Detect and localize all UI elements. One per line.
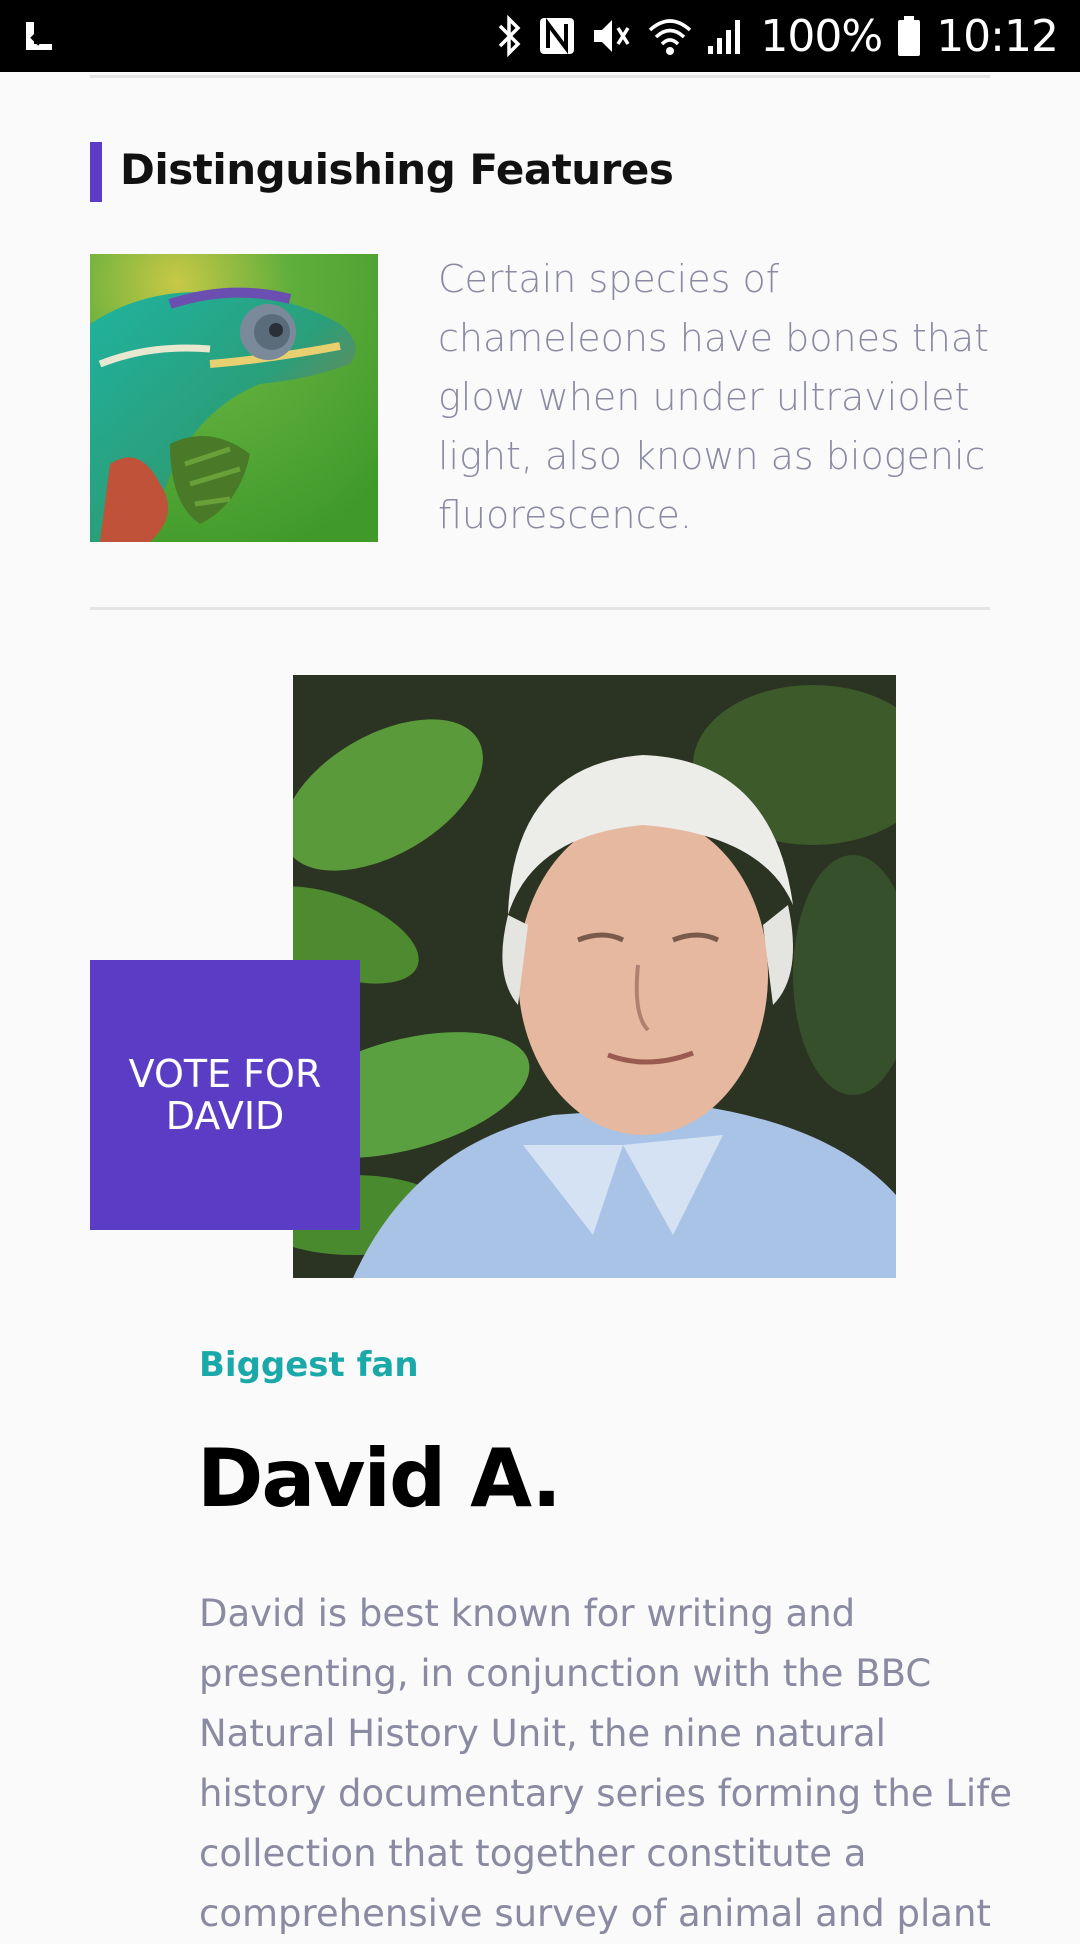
section-accent-bar: [90, 142, 102, 202]
battery-percent: 100%: [760, 10, 883, 62]
battery-icon: [896, 14, 922, 58]
portrait-image: [293, 675, 896, 1278]
wifi-icon: [648, 14, 692, 58]
section-title: Distinguishing Features: [120, 145, 674, 194]
feature-description: Certain species of chameleons have bones…: [438, 257, 989, 537]
clock: 10:12: [936, 10, 1059, 62]
fan-name: David A.: [197, 1432, 562, 1525]
mute-icon: [590, 14, 634, 58]
top-divider: [90, 75, 990, 78]
section-divider: [90, 607, 990, 610]
status-bar: 100% 10:12: [0, 0, 1080, 72]
signal-icon: [706, 14, 746, 58]
app-notification-icon: [22, 16, 58, 56]
nfc-icon: [538, 14, 576, 58]
fan-bio: David is best known for writing and pres…: [199, 1592, 1012, 1935]
vote-button[interactable]: VOTE FOR DAVID: [90, 960, 360, 1230]
bluetooth-icon: [496, 14, 524, 58]
chameleon-image: [90, 254, 378, 542]
fan-label: Biggest fan: [199, 1345, 419, 1385]
